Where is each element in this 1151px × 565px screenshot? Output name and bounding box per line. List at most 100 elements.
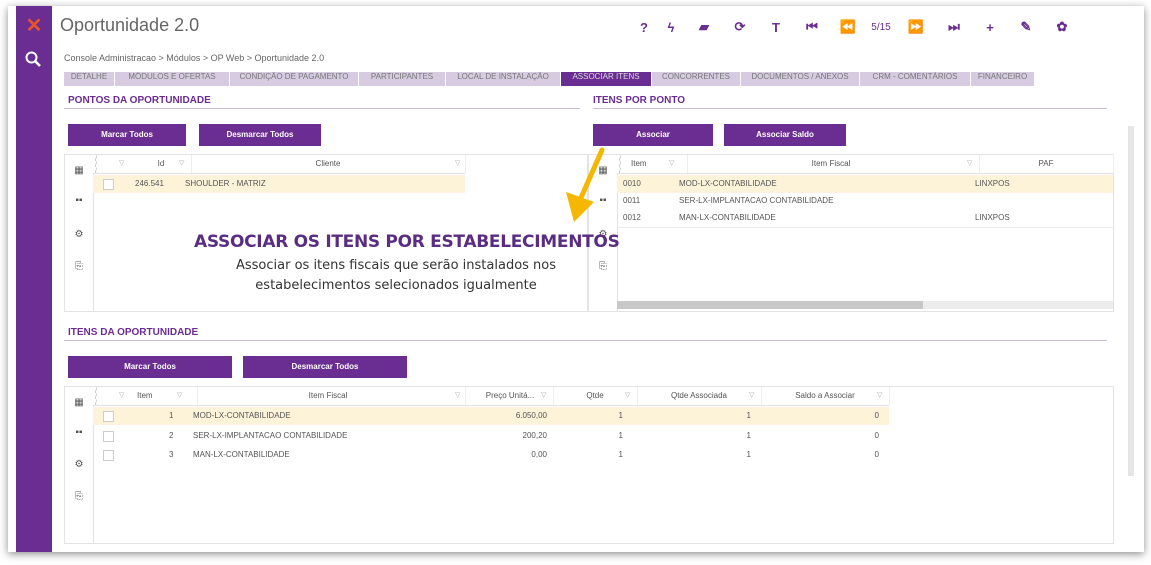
table-row[interactable]: 0011 SER-LX-IMPLANTACAO CONTABILIDADE [617,192,1113,210]
tab-modulos[interactable]: MÓDULOS E OFERTAS [115,72,230,86]
cell-qtde-associada: 1 [746,450,751,459]
cell-cliente: SHOULDER - MATRIZ [185,179,266,188]
top-toolbar: Oportunidade 2.0 ? ϟ ▰ ⟳ T ⏮ ⏪ 5/15 ⏩ ⏭ … [52,6,1144,46]
tab-documentos[interactable]: DOCUMENTOS / ANEXOS [741,72,860,86]
callout-line-2: estabelecimentos selecionados igualmente [255,278,537,293]
column-header-saldo[interactable]: Saldo a Associar [761,387,890,405]
table-row[interactable]: 0012 MAN-LX-CONTABILIDADE LINXPOS [617,209,1113,228]
filter-icon[interactable]: ▽ [177,387,182,405]
filter-icon[interactable]: ▽ [669,155,674,173]
row-checkbox[interactable] [103,411,114,422]
itens-oportunidade-title: ITENS DA OPORTUNIDADE [68,327,199,338]
tab-local-instalacao[interactable]: LOCAL DE INSTALAÇÃO [446,72,561,86]
table-row[interactable]: 3 MAN-LX-CONTABILIDADE 0,00 1 1 0 [93,446,889,464]
itens-oportunidade-separator [64,340,1107,341]
next-record-icon[interactable]: ⏩ [896,19,936,35]
itens-marcar-todos-button[interactable]: Marcar Todos [68,356,232,378]
cell-saldo: 0 [874,431,879,440]
flash-icon[interactable]: ϟ [656,20,686,35]
associar-saldo-button[interactable]: Associar Saldo [724,124,846,146]
previous-record-icon[interactable]: ⏪ [830,19,866,35]
tab-strip: DETALHE MÓDULOS E OFERTAS CONDIÇÃO DE PA… [64,72,1034,86]
columns-config-icon[interactable]: ⚙ [72,459,86,473]
filter-icon[interactable]: ▽ [967,155,972,173]
record-counter: 5/15 [871,21,891,33]
settings-icon[interactable]: ✿ [1044,19,1080,35]
vertical-scrollbar[interactable] [1128,126,1134,476]
tab-detalhe[interactable]: DETALHE [64,72,115,86]
cell-item-fiscal: MOD-LX-CONTABILIDADE [193,411,291,420]
cell-item: 0012 [623,213,641,222]
column-header-item-fiscal[interactable]: Item Fiscal [683,155,980,173]
filter-icon[interactable]: T [758,20,794,35]
filter-icon[interactable]: ▽ [625,387,630,405]
cell-qtde: 1 [618,450,623,459]
scrollbar-thumb[interactable] [617,301,923,309]
table-row[interactable]: 0010 MOD-LX-CONTABILIDADE LINXPOS [617,175,1113,193]
cards-view-icon[interactable]: ▪▪ [72,427,86,441]
filter-icon[interactable]: ▽ [455,387,460,405]
pontos-title: PONTOS DA OPORTUNIDADE [68,95,211,106]
itens-ponto-separator [593,108,1107,109]
toolbar-icons: ? ϟ ▰ ⟳ T ⏮ ⏪ 5/15 ⏩ ⏭ + ✎ ✿ ≡ [632,18,1144,36]
menu-icon[interactable]: ≡ [1080,18,1144,36]
filter-icon[interactable]: ▽ [119,155,124,173]
grid-view-icon[interactable]: ▦ [72,165,86,179]
filter-icon[interactable]: ▽ [877,387,882,405]
filter-icon[interactable]: ▽ [749,387,754,405]
filter-icon[interactable]: ▽ [119,387,124,405]
tab-associar-itens[interactable]: ASSOCIAR ITENS [561,72,652,86]
row-checkbox[interactable] [103,179,114,190]
pontos-grid-sidebar: ▦ ▪▪ ⚙ ⎘ [65,155,94,311]
edit-icon[interactable]: ✎ [1008,19,1044,35]
horizontal-scrollbar[interactable] [617,301,1113,309]
table-row[interactable]: 1 MOD-LX-CONTABILIDADE 6.050,00 1 1 0 [93,407,889,425]
filter-icon[interactable]: ▽ [455,155,460,173]
associar-button[interactable]: Associar [593,124,713,146]
column-header-qtde-associada[interactable]: Qtde Associada [637,387,762,405]
page-title: Oportunidade 2.0 [60,15,200,35]
itens-ponto-title: ITENS POR PONTO [593,95,686,106]
tab-financeiro[interactable]: FINANCEIRO [971,72,1034,86]
filter-icon[interactable]: ▽ [541,387,546,405]
eraser-icon[interactable]: ▰ [686,19,722,35]
cell-item-fiscal: SER-LX-IMPLANTACAO CONTABILIDADE [679,196,834,205]
itens-desmarcar-todos-button[interactable]: Desmarcar Todos [243,356,407,378]
search-icon[interactable] [24,50,44,70]
itens-grid-sidebar: ▦ ▪▪ ⚙ ⎘ [65,387,94,543]
tab-crm-comentarios[interactable]: CRM - COMENTÁRIOS [860,72,971,86]
last-record-icon[interactable]: ⏭ [936,19,972,35]
add-icon[interactable]: + [972,20,1008,35]
grid-view-icon[interactable]: ▦ [72,397,86,411]
column-header-item[interactable]: Item [627,155,688,173]
columns-config-icon[interactable]: ⚙ [72,229,86,243]
export-icon[interactable]: ⎘ [72,491,86,505]
column-header-paf[interactable]: PAF [979,155,1114,173]
table-row[interactable]: 246.541 SHOULDER - MATRIZ [93,175,465,193]
callout-line-1: Associar os itens fiscais que serão inst… [235,258,557,273]
app-window: ✕ Oportunidade 2.0 ? ϟ ▰ ⟳ T ⏮ ⏪ 5/15 ⏩ … [8,6,1144,552]
tab-participantes[interactable]: PARTICIPANTES [359,72,446,86]
tab-concorrentes[interactable]: CONCORRENTES [652,72,741,86]
pontos-desmarcar-todos-button[interactable]: Desmarcar Todos [199,124,321,146]
export-icon[interactable]: ⎘ [72,261,86,275]
tab-condicao-pagamento[interactable]: CONDIÇÃO DE PAGAMENTO [230,72,359,86]
cell-item: 0011 [623,196,641,205]
refresh-icon[interactable]: ⟳ [722,19,758,35]
table-row[interactable]: 2 SER-LX-IMPLANTACAO CONTABILIDADE 200,2… [93,427,889,445]
export-icon[interactable]: ⎘ [596,261,610,275]
cell-preco: 0,00 [531,450,547,459]
column-header-cliente[interactable]: Cliente [191,155,466,173]
row-checkbox[interactable] [103,450,114,461]
pontos-marcar-todos-button[interactable]: Marcar Todos [68,124,186,146]
row-checkbox[interactable] [103,431,114,442]
cell-item-fiscal: MAN-LX-CONTABILIDADE [193,450,290,459]
column-header-item[interactable]: Item [131,387,198,405]
cell-saldo: 0 [874,411,879,420]
column-header-item-fiscal[interactable]: Item Fiscal [191,387,466,405]
pontos-separator [64,108,580,109]
filter-icon[interactable]: ▽ [179,155,184,173]
first-record-icon[interactable]: ⏮ [794,19,830,35]
help-icon[interactable]: ? [632,20,656,35]
cards-view-icon[interactable]: ▪▪ [72,195,86,209]
